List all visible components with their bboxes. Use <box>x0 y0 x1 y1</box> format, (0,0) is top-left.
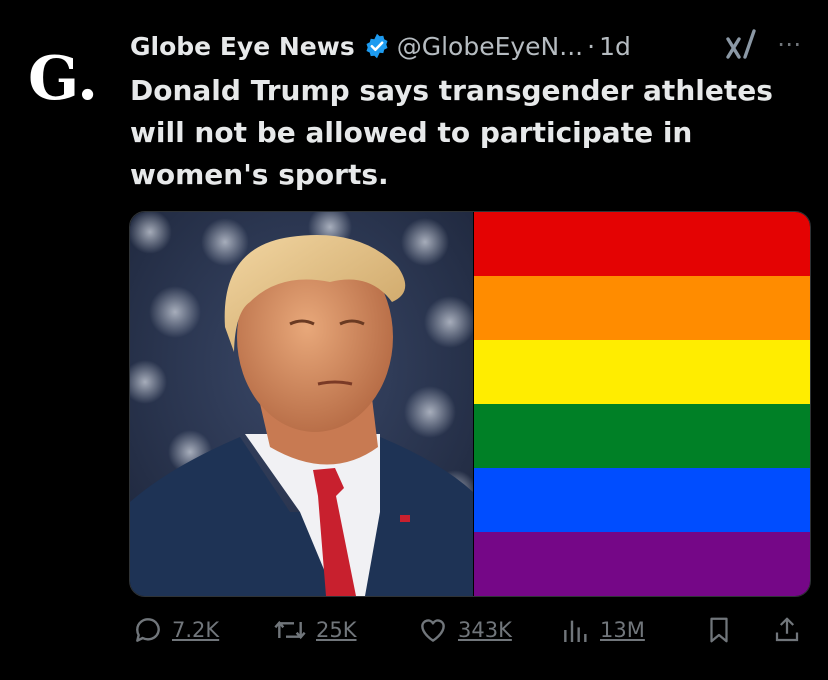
repost-count: 25K <box>316 618 357 642</box>
share-icon <box>775 617 799 642</box>
flag-stripe-orange <box>474 276 810 340</box>
share-button[interactable] <box>772 614 802 646</box>
reply-icon <box>136 618 160 642</box>
handle[interactable]: @GlobeEyeN... <box>397 32 583 61</box>
like-count: 343K <box>458 618 512 642</box>
bookmark-icon <box>710 617 728 643</box>
flag-stripe-red <box>474 212 810 276</box>
views-icon <box>564 620 587 642</box>
flag-stripe-purple <box>474 532 810 596</box>
portrait-photo[interactable] <box>130 212 473 596</box>
display-name[interactable]: Globe Eye News <box>130 32 355 61</box>
bookmark-button[interactable] <box>704 614 734 646</box>
like-button[interactable]: 343K <box>416 614 512 646</box>
timestamp[interactable]: 1d <box>599 32 631 61</box>
verified-badge-icon <box>366 33 388 59</box>
repost-icon <box>274 620 306 640</box>
avatar[interactable]: G. <box>28 44 108 114</box>
flag-stripe-blue <box>474 468 810 532</box>
tweet-text: Donald Trump says transgender athletes w… <box>130 74 773 191</box>
repost-button[interactable]: 25K <box>272 614 357 646</box>
like-icon <box>421 619 445 642</box>
tweet-header: Globe Eye News @GlobeEyeN... · 1d <box>130 26 631 66</box>
action-bar: 7.2K 25K 343K 13M <box>0 612 828 652</box>
grok-icon[interactable] <box>725 27 757 63</box>
views-count: 13M <box>600 618 645 642</box>
separator: · <box>587 31 596 61</box>
rainbow-flag[interactable] <box>474 212 810 596</box>
flag-stripe-yellow <box>474 340 810 404</box>
flag-stripe-green <box>474 404 810 468</box>
views-button[interactable]: 13M <box>560 614 645 646</box>
reply-button[interactable]: 7.2K <box>132 614 219 646</box>
reply-count: 7.2K <box>172 618 220 642</box>
more-icon[interactable]: ⋯ <box>777 30 802 58</box>
tweet-media[interactable] <box>129 211 811 597</box>
